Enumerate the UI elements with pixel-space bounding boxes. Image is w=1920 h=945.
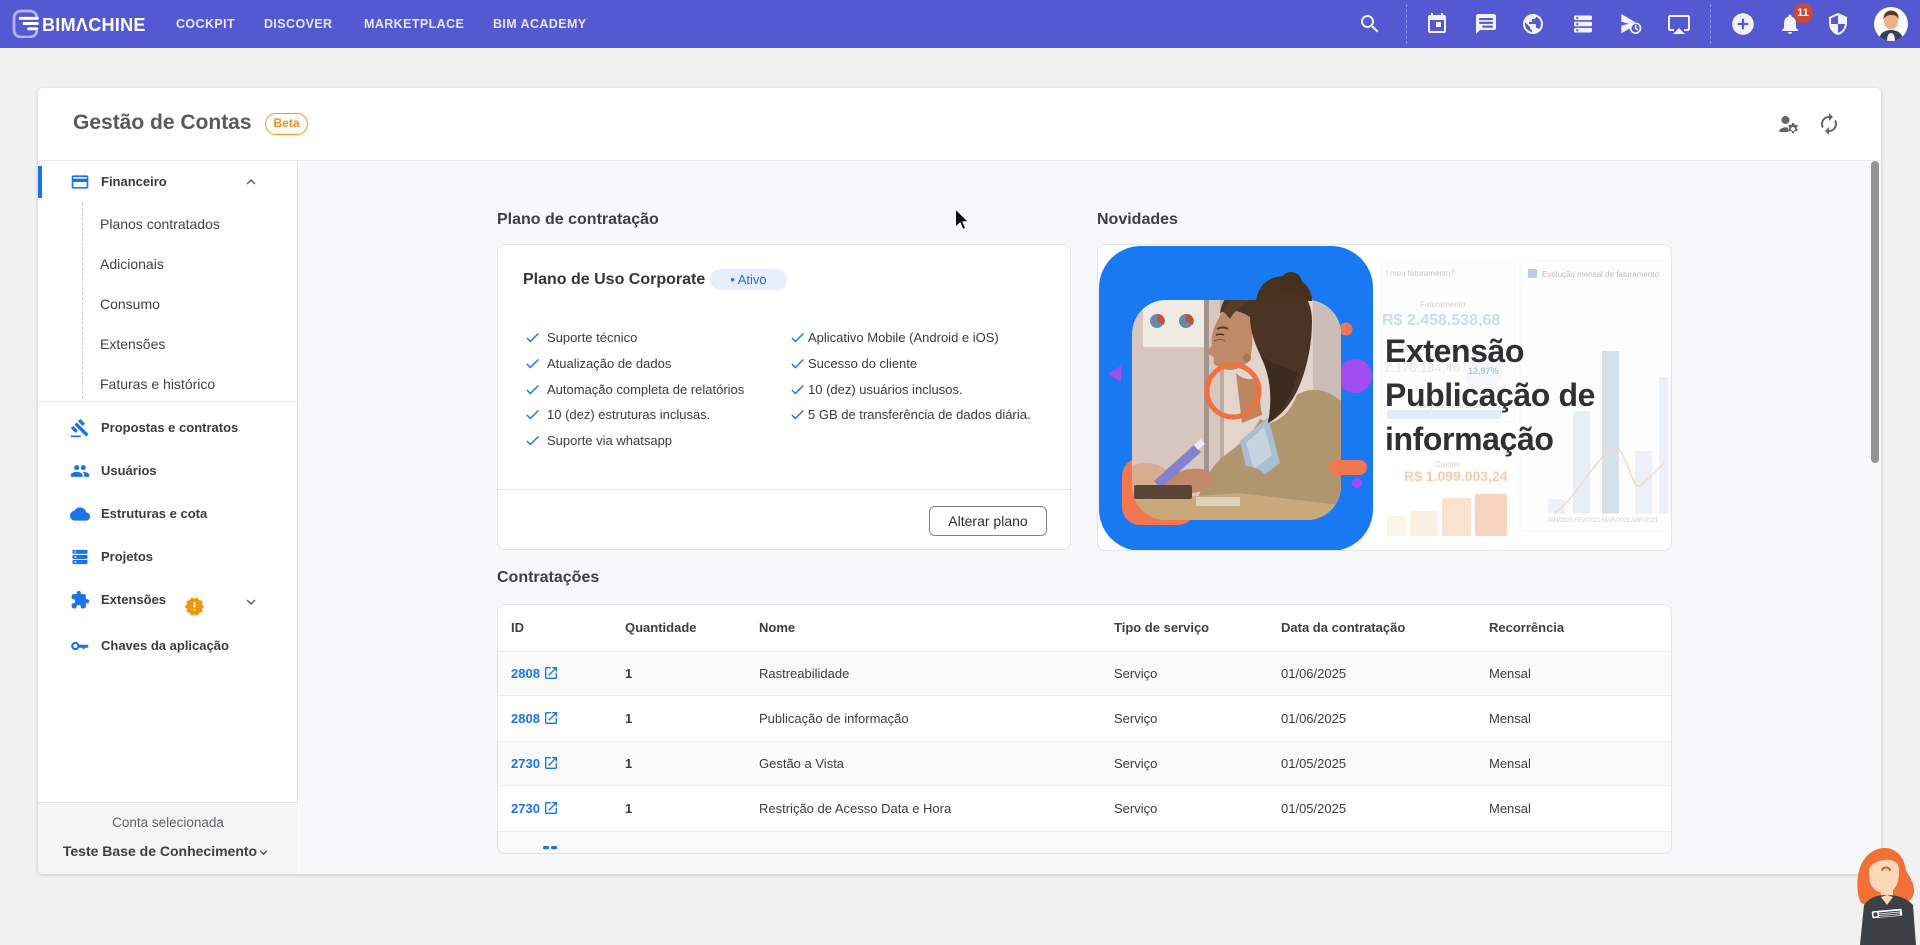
svg-text:Extensão: Extensão xyxy=(1385,333,1524,369)
svg-text:Faturamento: Faturamento xyxy=(1420,300,1466,309)
svg-text:FEV/2021: FEV/2021 xyxy=(1574,518,1601,524)
svg-text:R$ 1.099.003,24: R$ 1.099.003,24 xyxy=(1404,468,1508,484)
svg-text:ABR/2021: ABR/2021 xyxy=(1631,518,1659,524)
svg-text:informação: informação xyxy=(1385,421,1554,457)
svg-text:Evolução mensal de faturamento: Evolução mensal de faturamento xyxy=(1542,270,1660,279)
svg-text:MAR/2021: MAR/2021 xyxy=(1602,518,1631,524)
svg-text:R$ 2.458.538,68: R$ 2.458.538,68 xyxy=(1382,312,1500,329)
svg-text:JAN/2021: JAN/2021 xyxy=(1547,518,1574,524)
svg-text:Publicação de: Publicação de xyxy=(1385,377,1595,413)
svg-text:l meu faturamento?: l meu faturamento? xyxy=(1386,269,1455,278)
